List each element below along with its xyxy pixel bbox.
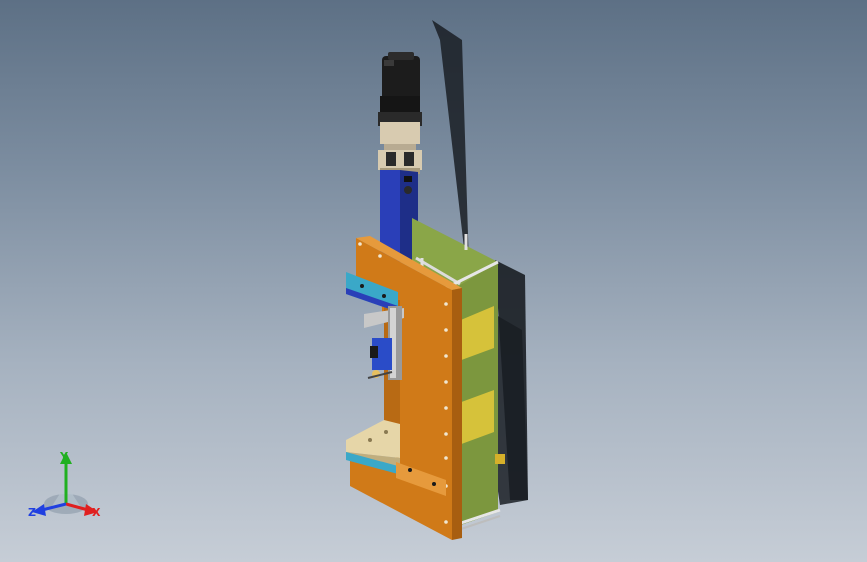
coordinate-triad: Y X Z xyxy=(22,446,108,526)
axis-label-y: Y xyxy=(60,450,68,463)
gear-reducer[interactable] xyxy=(378,122,422,174)
3d-viewport[interactable]: Y X Z xyxy=(0,0,867,562)
axis-label-z: Z xyxy=(28,506,36,519)
press-assembly-model[interactable] xyxy=(0,0,867,562)
press-ram[interactable] xyxy=(364,306,404,380)
axis-label-x: X xyxy=(92,506,101,519)
servo-motor[interactable] xyxy=(378,52,422,126)
